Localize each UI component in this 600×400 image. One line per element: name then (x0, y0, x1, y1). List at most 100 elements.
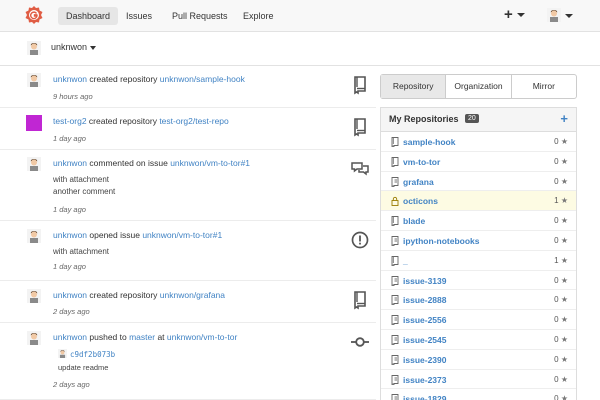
target-link[interactable]: unknwon/sample-hook (160, 74, 245, 84)
repo-row[interactable]: ipython-notebooks 0 ★ (381, 231, 576, 251)
user-avatar[interactable] (547, 8, 561, 22)
repo-name-link[interactable]: issue-2390 (403, 355, 446, 365)
context-username[interactable]: unknwon (51, 42, 96, 52)
repo-row[interactable]: issue-3139 0 ★ (381, 271, 576, 291)
repo-name-link[interactable]: issue-2545 (403, 335, 446, 345)
actor-avatar[interactable] (27, 229, 41, 243)
target-link[interactable]: unknwon/grafana (160, 290, 225, 300)
repo-name-link[interactable]: issue-2556 (403, 315, 446, 325)
gogs-logo-icon[interactable] (24, 5, 44, 25)
actor-link[interactable]: unknwon (53, 290, 87, 300)
fork-icon (391, 335, 399, 345)
repo-name-link[interactable]: octicons (403, 196, 438, 206)
repo-name-link[interactable]: issue-1829 (403, 394, 446, 400)
star-icon: ★ (560, 374, 568, 384)
actor-avatar[interactable] (27, 157, 41, 171)
repo-row[interactable]: vm-to-tor 0 ★ (381, 152, 576, 172)
feed-item: unknwon commented on issue unknwon/vm-to… (0, 150, 376, 221)
comment-icon (351, 162, 369, 176)
nav-dashboard[interactable]: Dashboard (58, 7, 119, 25)
actor-link[interactable]: unknwon (53, 158, 87, 168)
repo-name-link[interactable]: ipython-notebooks (403, 236, 480, 246)
actor-link[interactable]: test-org2 (53, 116, 87, 126)
star-icon: ★ (560, 295, 568, 305)
star-count: 0 (554, 315, 559, 325)
star-icon: ★ (560, 255, 568, 265)
star-icon: ★ (560, 137, 568, 146)
actor-link[interactable]: unknwon (53, 230, 87, 240)
repo-row[interactable]: issue-2390 0 ★ (381, 350, 576, 370)
tab-repository[interactable]: Repository (381, 75, 447, 98)
star-count: 0 (554, 156, 559, 166)
repo-name-link[interactable]: blade (403, 216, 425, 226)
actor-avatar[interactable] (27, 331, 41, 345)
repo-row[interactable]: issue-2556 0 ★ (381, 310, 576, 330)
user-menu-chevron-icon[interactable] (565, 14, 573, 18)
add-repository-button[interactable]: + (560, 111, 568, 126)
repo-icon (354, 76, 366, 95)
target-link[interactable]: unknwon/vm-to-tor (167, 332, 237, 342)
repo-stars: 0 ★ (554, 315, 568, 324)
tab-organization[interactable]: Organization (446, 75, 512, 98)
repo-row[interactable]: blade 0 ★ (381, 211, 576, 231)
star-count: 0 (554, 295, 559, 305)
repo-row[interactable]: sample-hook 0 ★ (381, 132, 576, 152)
repo-name-link[interactable]: vm-to-tor (403, 157, 440, 167)
repo-icon (354, 291, 366, 310)
fork-icon (391, 275, 399, 286)
repo-stars: 0 ★ (554, 355, 568, 364)
actor-link[interactable]: unknwon (53, 332, 87, 342)
action-text: opened issue (87, 230, 143, 240)
repositories-panel: My Repositories 20 + sample-hook 0 ★ vm-to… (380, 107, 577, 400)
target-link[interactable]: unknwon/vm-to-tor#1 (142, 230, 222, 240)
target-link[interactable]: unknwon/vm-to-tor#1 (170, 158, 250, 168)
repo-row[interactable]: issue-2888 0 ★ (381, 290, 576, 311)
lock-icon (391, 197, 399, 207)
plus-icon: + (504, 6, 513, 23)
create-new-button[interactable]: + (504, 6, 525, 24)
fork-icon (391, 315, 399, 326)
repo-row[interactable]: octicons 1 ★ (381, 191, 576, 212)
feed-item: unknwon pushed to master at unknwon/vm-t… (0, 323, 376, 400)
nav-issues[interactable]: Issues (118, 7, 160, 25)
comment-line: another comment (53, 187, 116, 196)
star-icon: ★ (560, 216, 568, 226)
repo-row[interactable]: grafana 0 ★ (381, 172, 576, 192)
repo-stars: 0 ★ (554, 157, 568, 166)
actor-avatar[interactable] (27, 73, 41, 87)
context-username-text: unknwon (51, 42, 88, 52)
actor-link[interactable]: unknwon (53, 74, 87, 84)
nav-explore[interactable]: Explore (235, 7, 282, 25)
chevron-down-icon (516, 13, 525, 18)
star-count: 0 (554, 394, 559, 400)
context-switcher[interactable]: unknwon (0, 32, 600, 66)
branch-link[interactable]: master (129, 332, 155, 342)
repo-name-link[interactable]: issue-2888 (403, 295, 446, 305)
repo-icon (354, 118, 366, 137)
repo-row[interactable]: issue-2373 0 ★ (381, 370, 576, 390)
repo-name-link[interactable]: sample-hook (403, 137, 455, 147)
repo-name-link[interactable]: issue-2373 (403, 375, 446, 385)
chevron-down-icon (89, 45, 96, 50)
repo-row[interactable]: issue-2545 0 ★ (381, 330, 576, 350)
repo-row[interactable]: issue-1829 0 ★ (381, 389, 576, 400)
repo-stars: 0 ★ (554, 177, 568, 186)
star-count: 0 (554, 216, 559, 226)
action-text: commented on issue (87, 158, 171, 168)
commit-sha-link[interactable]: c9df2b073b (70, 350, 115, 359)
repo-count-badge: 20 (465, 114, 479, 123)
actor-avatar[interactable] (27, 289, 41, 303)
timestamp: 2 days ago (53, 307, 90, 316)
repo-name-link[interactable]: grafana (403, 177, 434, 187)
repo-row[interactable]: _ 1 ★ (381, 251, 576, 271)
star-icon: ★ (560, 235, 568, 245)
target-link[interactable]: test-org2/test-repo (159, 116, 228, 126)
tab-mirror[interactable]: Mirror (512, 75, 576, 98)
repo-name-link[interactable]: issue-3139 (403, 276, 446, 286)
repo-icon (391, 216, 399, 227)
org-avatar[interactable] (26, 115, 42, 131)
repo-stars: 0 ★ (554, 335, 568, 344)
repo-name-link[interactable]: _ (403, 256, 408, 266)
timestamp: 9 hours ago (53, 92, 93, 101)
nav-pull-requests[interactable]: Pull Requests (164, 7, 236, 25)
